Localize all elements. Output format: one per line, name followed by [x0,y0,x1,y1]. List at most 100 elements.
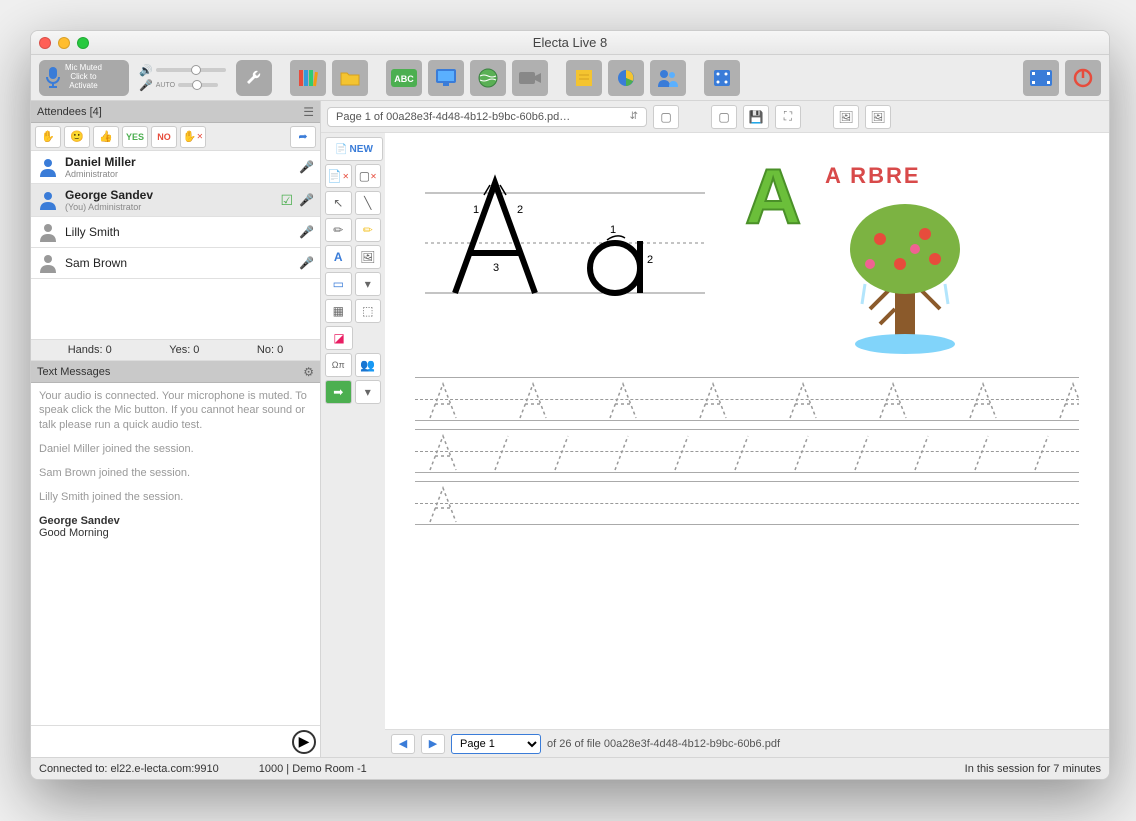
chat-log: Your audio is connected. Your microphone… [31,383,320,725]
pointer-tool[interactable]: ↖ [325,191,352,215]
attendees-header: Attendees [4] ☰ [31,101,320,123]
note-icon [573,67,595,89]
blank-page-button[interactable]: ▢ [653,105,679,129]
mic-on-icon: 🎤 [299,193,314,207]
speaker-icon: 🔊 [139,64,153,77]
users-button[interactable] [650,60,686,96]
send-button[interactable]: ▶ [292,730,316,754]
mic-on-icon: 🎤 [299,256,314,270]
wrench-icon [243,67,265,89]
titlebar: Electa Live 8 [31,31,1109,55]
attendee-name: Daniel Miller [65,155,293,169]
canvas[interactable]: 1 2 3 1 2 [385,133,1109,729]
film-icon [1028,68,1054,88]
next-page-button[interactable]: ▶ [421,734,445,754]
camera-icon [517,69,543,87]
files-button[interactable] [332,60,368,96]
eraser-tool[interactable]: ◪ [325,326,353,350]
room-info: 1000 | Demo Room -1 [259,763,367,775]
attendees-menu-icon[interactable]: ☰ [303,105,314,119]
attendee-row[interactable]: Daniel MillerAdministrator 🎤 [31,151,320,184]
no-button[interactable]: NO [151,126,177,148]
whiteboard-footer: ◀ ▶ Page 1 of 26 of file 00a28e3f-4d48-4… [385,729,1109,757]
close-window-button[interactable] [39,37,51,49]
text-tool[interactable]: A [325,245,352,269]
window-title: Electa Live 8 [31,35,1109,50]
raise-hand-button[interactable]: ✋ [35,126,61,148]
auto-label: AUTO [156,82,175,89]
record-button[interactable] [1023,60,1059,96]
settings-button[interactable] [236,60,272,96]
clear-page-button[interactable]: ▢✕ [355,164,382,188]
maximize-board-button[interactable]: ⛶ [775,105,801,129]
join-message: Daniel Miller joined the session. [39,442,312,456]
yes-count: Yes: 0 [169,344,199,356]
delete-page-button[interactable]: 📄✕ [325,164,352,188]
smile-button[interactable]: 🙂 [64,126,90,148]
mic-volume-slider[interactable] [178,83,218,87]
image2-button[interactable]: 🖼 [865,105,891,129]
chat-input-row: ▶ [31,725,320,757]
shape-dropdown[interactable]: ▾ [355,272,382,296]
save-board-button[interactable]: 💾 [743,105,769,129]
line-tool[interactable]: ╲ [355,191,382,215]
grid-tool[interactable]: ▦ [325,299,352,323]
highlighter-tool[interactable]: ✏ [355,218,382,242]
connection-status: Connected to: el22.e-lecta.com:9910 [39,763,219,775]
screen-share-button[interactable] [428,60,464,96]
attendee-list: Daniel MillerAdministrator 🎤 George Sand… [31,151,320,279]
svg-text:2: 2 [517,204,523,216]
camera-button[interactable] [512,60,548,96]
insert-image-tool[interactable]: 🖼 [355,245,382,269]
abc-button[interactable]: ABC [386,60,422,96]
whiteboard-header: Page 1 of 00a28e3f-4d48-4b12-b9bc-60b6.p… [321,101,1109,133]
mic-on-icon: 🎤 [299,160,314,174]
yes-button[interactable]: YES [122,126,148,148]
go-dropdown[interactable]: ▾ [355,380,382,404]
chat-settings-icon[interactable]: ⚙ [303,365,314,379]
applause-button[interactable]: 👍 [93,126,119,148]
chat-input[interactable] [35,734,292,750]
attendee-role: Administrator [65,169,293,179]
clear-feedback-button[interactable]: ✋✕ [180,126,206,148]
feedback-row: ✋ 🙂 👍 YES NO ✋✕ ➦ [31,123,320,151]
fullscreen-button[interactable] [704,60,740,96]
participants-tool[interactable]: 👥 [355,353,382,377]
page-dropdown[interactable]: Page 1 of 00a28e3f-4d48-4b12-b9bc-60b6.p… [327,107,647,127]
speaker-volume-slider[interactable] [156,68,226,72]
image-button[interactable]: 🖼 [833,105,859,129]
user-icon [38,222,58,242]
attendee-row[interactable]: George Sandev(You) Administrator ☑ 🎤 [31,184,320,217]
zoom-window-button[interactable] [77,37,89,49]
minimize-window-button[interactable] [58,37,70,49]
exit-button[interactable] [1065,60,1101,96]
notes-button[interactable] [566,60,602,96]
pencil-tool[interactable]: ✏ [325,218,352,242]
books-icon [296,66,320,90]
svg-text:1: 1 [473,204,479,216]
app-window: Electa Live 8 Mic Muted Click to Activat… [30,30,1110,780]
shape-tool[interactable]: ▭ [325,272,352,296]
fit-button[interactable]: ▢ [711,105,737,129]
attendee-name: Lilly Smith [65,225,293,239]
share-button[interactable]: ➦ [290,126,316,148]
main-area: Page 1 of 00a28e3f-4d48-4b12-b9bc-60b6.p… [321,101,1109,757]
poll-button[interactable] [608,60,644,96]
go-button[interactable]: ➡ [325,380,352,404]
library-button[interactable] [290,60,326,96]
page-info: of 26 of file 00a28e3f-4d48-4b12-b9bc-60… [547,738,780,750]
letter-demo: 1 2 3 1 2 [415,153,715,333]
attendee-row[interactable]: Lilly Smith 🎤 [31,217,320,248]
attendee-row[interactable]: Sam Brown 🎤 [31,248,320,279]
mic-toggle-button[interactable]: Mic Muted Click to Activate [39,60,129,96]
attendee-name: Sam Brown [65,256,293,270]
page-select[interactable]: Page 1 [451,734,541,754]
symbols-tool[interactable]: Ωπ [325,353,352,377]
web-button[interactable] [470,60,506,96]
prev-page-button[interactable]: ◀ [391,734,415,754]
select-tool[interactable]: ⬚ [355,299,382,323]
new-page-button[interactable]: 📄NEW [325,137,383,161]
chat-sender: George Sandev [39,515,312,527]
mic-on-icon: 🎤 [299,225,314,239]
svg-text:A: A [745,153,801,240]
